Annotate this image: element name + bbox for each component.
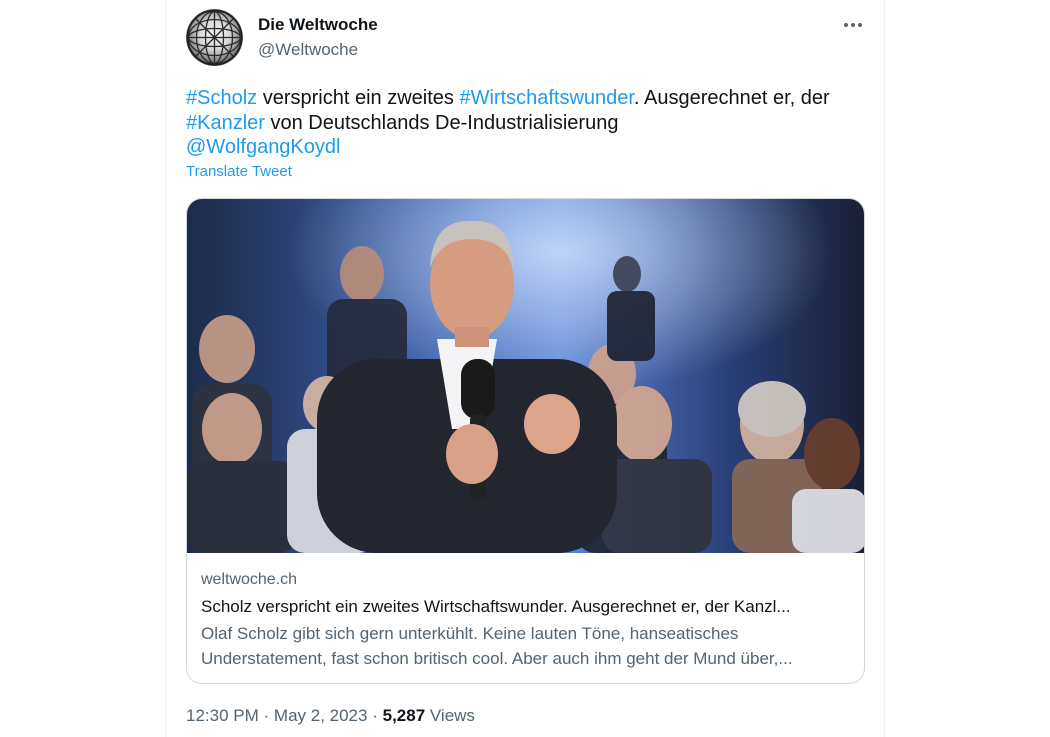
translate-tweet-link[interactable]: Translate Tweet: [186, 163, 292, 180]
tweet-text-part-3: von Deutschlands De-Industrialisierung: [264, 111, 619, 134]
display-name[interactable]: Die Weltwoche: [258, 15, 378, 35]
hashtag-wirtschaftswunder[interactable]: #Wirtschaftswunder: [459, 87, 634, 109]
views-count: 5,287: [382, 706, 426, 725]
tweet-text-part-2: . Ausgerechnet er, der: [633, 87, 830, 109]
globe-logo-icon: [186, 9, 243, 66]
user-handle[interactable]: @Weltwoche: [258, 40, 358, 60]
link-card-title: Scholz verspricht ein zweites Wirtschaft…: [201, 597, 791, 616]
hashtag-kanzler[interactable]: #Kanzler: [186, 112, 265, 134]
avatar[interactable]: [186, 9, 243, 66]
photo-speaker-with-microphone: [187, 199, 864, 553]
tweet-time[interactable]: 12:30 PM: [186, 706, 259, 725]
mention-wolfgangkoydl[interactable]: @WolfgangKoydl: [186, 136, 340, 158]
link-card-image[interactable]: [187, 199, 864, 553]
link-card-description: Olaf Scholz gibt sich gern unterkühlt. K…: [201, 624, 793, 668]
meta-separator: ·: [372, 706, 378, 725]
link-card[interactable]: weltwoche.ch Scholz verspricht ein zweit…: [186, 198, 865, 684]
tweet-text-part-1: verspricht ein zweites: [257, 87, 460, 109]
tweet-meta: 12:30 PM · May 2, 2023 · 5,287 Views: [186, 706, 475, 726]
views-label: Views: [429, 706, 475, 725]
tweet-date[interactable]: May 2, 2023: [274, 706, 368, 725]
more-options-icon[interactable]: [838, 12, 868, 38]
hashtag-scholz[interactable]: #Scholz: [186, 87, 257, 109]
tweet-text: #Scholz verspricht ein zweites #Wirtscha…: [186, 86, 856, 160]
meta-separator: ·: [263, 706, 270, 725]
link-card-domain: weltwoche.ch: [201, 571, 298, 588]
